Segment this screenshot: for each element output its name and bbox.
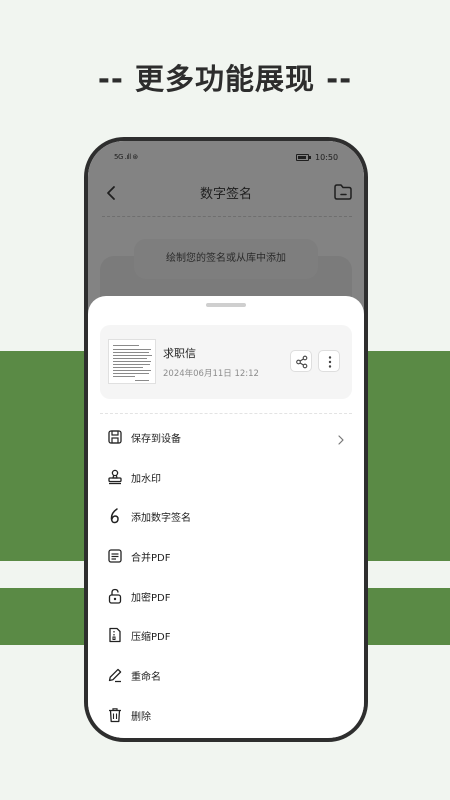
more-vertical-icon [328,356,332,368]
signature-icon [106,507,124,525]
more-button[interactable] [318,350,340,372]
document-thumbnail [108,339,156,384]
bottom-sheet: 求职信 2024年06月11日 12:12 保存到设备 加水印 添加数字签名 合… [88,296,364,738]
share-button[interactable] [290,350,312,372]
document-title: 求职信 [163,347,196,360]
sheet-divider [100,413,352,414]
share-icon [296,355,308,369]
menu-item-add-signature[interactable]: 添加数字签名 [88,501,364,531]
phone-screen: 5G .ıll ⊛ 10:50 数字签名 绘制您的签名或从库中添加 求职信 20… [88,141,364,738]
menu-item-delete[interactable]: 删除 [88,700,364,730]
menu-item-label: 保存到设备 [131,434,181,445]
menu-item-rename[interactable]: 重命名 [88,660,364,690]
stamp-icon [106,468,124,486]
top-nav-bar: 数字签名 [88,179,364,207]
page-title: 数字签名 [199,187,252,202]
save-icon [106,428,124,446]
menu-item-label: 压缩PDF [131,632,171,643]
folder-icon[interactable] [332,182,354,202]
menu-item-watermark[interactable]: 加水印 [88,462,364,492]
menu-item-compress-pdf[interactable]: 压缩PDF [88,620,364,650]
chevron-right-icon [335,431,347,445]
menu-item-label: 合并PDF [131,553,171,564]
menu-item-merge-pdf[interactable]: 合并PDF [88,541,364,571]
menu-item-label: 删除 [131,712,151,723]
promo-headline: -- 更多功能展现 -- [97,62,353,96]
menu-item-label: 添加数字签名 [131,513,191,524]
menu-item-label: 加密PDF [131,593,171,604]
trash-icon [106,706,124,724]
pencil-icon [106,666,124,684]
signal-icons: 5G .ıll ⊛ [114,153,138,161]
lock-icon [106,587,124,605]
battery-icon [296,154,311,161]
document-card: 求职信 2024年06月11日 12:12 [100,325,352,399]
merge-pdf-icon [106,547,124,565]
nav-divider [102,216,352,217]
signature-hint: 绘制您的签名或从库中添加 [166,253,286,264]
status-bar: 5G .ıll ⊛ 10:50 [88,151,364,165]
menu-item-label: 加水印 [131,474,161,485]
menu-item-label: 重命名 [131,672,161,683]
status-time: 10:50 [315,153,339,162]
menu-item-encrypt-pdf[interactable]: 加密PDF [88,581,364,611]
phone-frame: 5G .ıll ⊛ 10:50 数字签名 绘制您的签名或从库中添加 求职信 20… [84,137,368,742]
sheet-drag-handle[interactable] [206,303,246,307]
compress-icon [106,626,124,644]
document-date: 2024年06月11日 12:12 [163,369,259,379]
menu-item-save-to-device[interactable]: 保存到设备 [88,422,364,452]
